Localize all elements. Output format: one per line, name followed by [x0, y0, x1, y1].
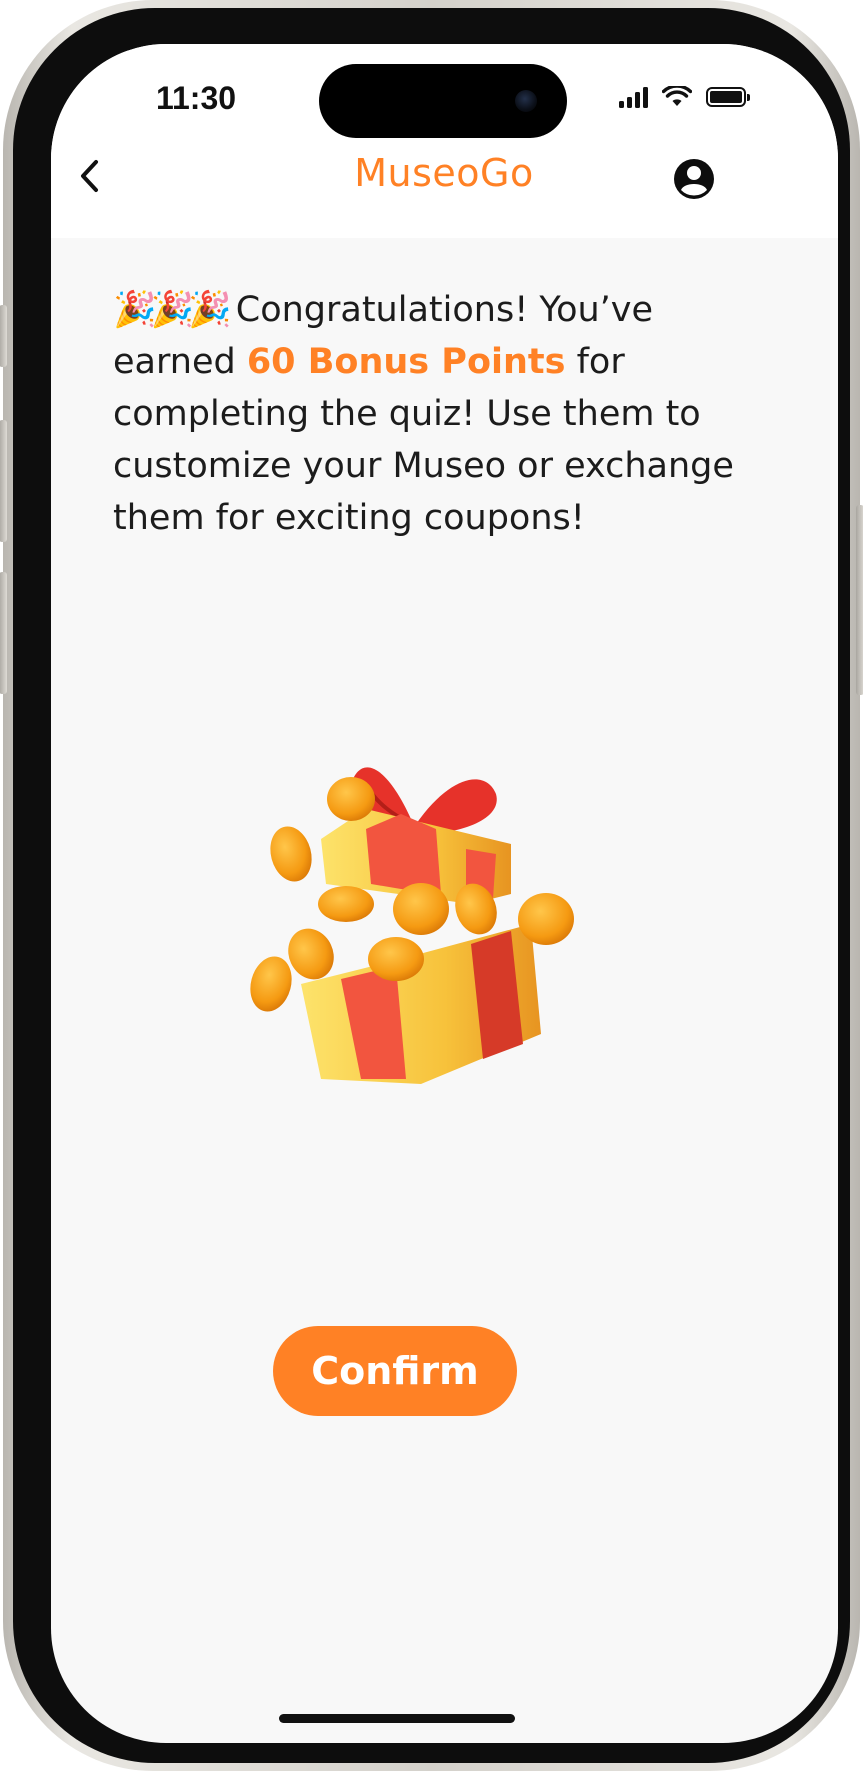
status-time: 11:30	[155, 80, 237, 116]
bonus-points-highlight: 60 Bonus Points	[246, 342, 566, 382]
status-icons	[619, 86, 750, 108]
home-indicator[interactable]	[279, 1714, 515, 1723]
phone-frame: 11:30 MuseoGo 🎉🎉🎉 Congratulations! You’v…	[0, 0, 863, 1771]
app-title: MuseoGo	[354, 151, 534, 195]
user-circle-icon	[674, 159, 714, 199]
party-popper-icon: 🎉🎉🎉	[113, 290, 232, 330]
action-button	[0, 305, 7, 367]
cellular-signal-icon	[619, 86, 648, 108]
phone-bezel: 11:30 MuseoGo 🎉🎉🎉 Congratulations! You’v…	[13, 8, 850, 1763]
app-screen: 11:30 MuseoGo 🎉🎉🎉 Congratulations! You’v…	[51, 44, 838, 1743]
volume-up-button	[0, 420, 7, 542]
top-bar: 11:30 MuseoGo	[51, 44, 838, 238]
congratulations-message: 🎉🎉🎉 Congratulations! You’ve earned 60 Bon…	[113, 284, 753, 544]
gift-box-with-coins-icon	[250, 767, 574, 1084]
volume-down-button	[0, 572, 7, 694]
power-button	[856, 505, 863, 695]
camera-icon	[515, 90, 537, 112]
wifi-icon	[662, 86, 692, 106]
confirm-button[interactable]: Confirm	[273, 1326, 517, 1416]
dynamic-island	[319, 64, 567, 138]
back-button[interactable]	[67, 152, 111, 200]
battery-icon	[706, 87, 750, 107]
chevron-left-icon	[81, 160, 98, 192]
profile-button[interactable]	[671, 156, 717, 202]
